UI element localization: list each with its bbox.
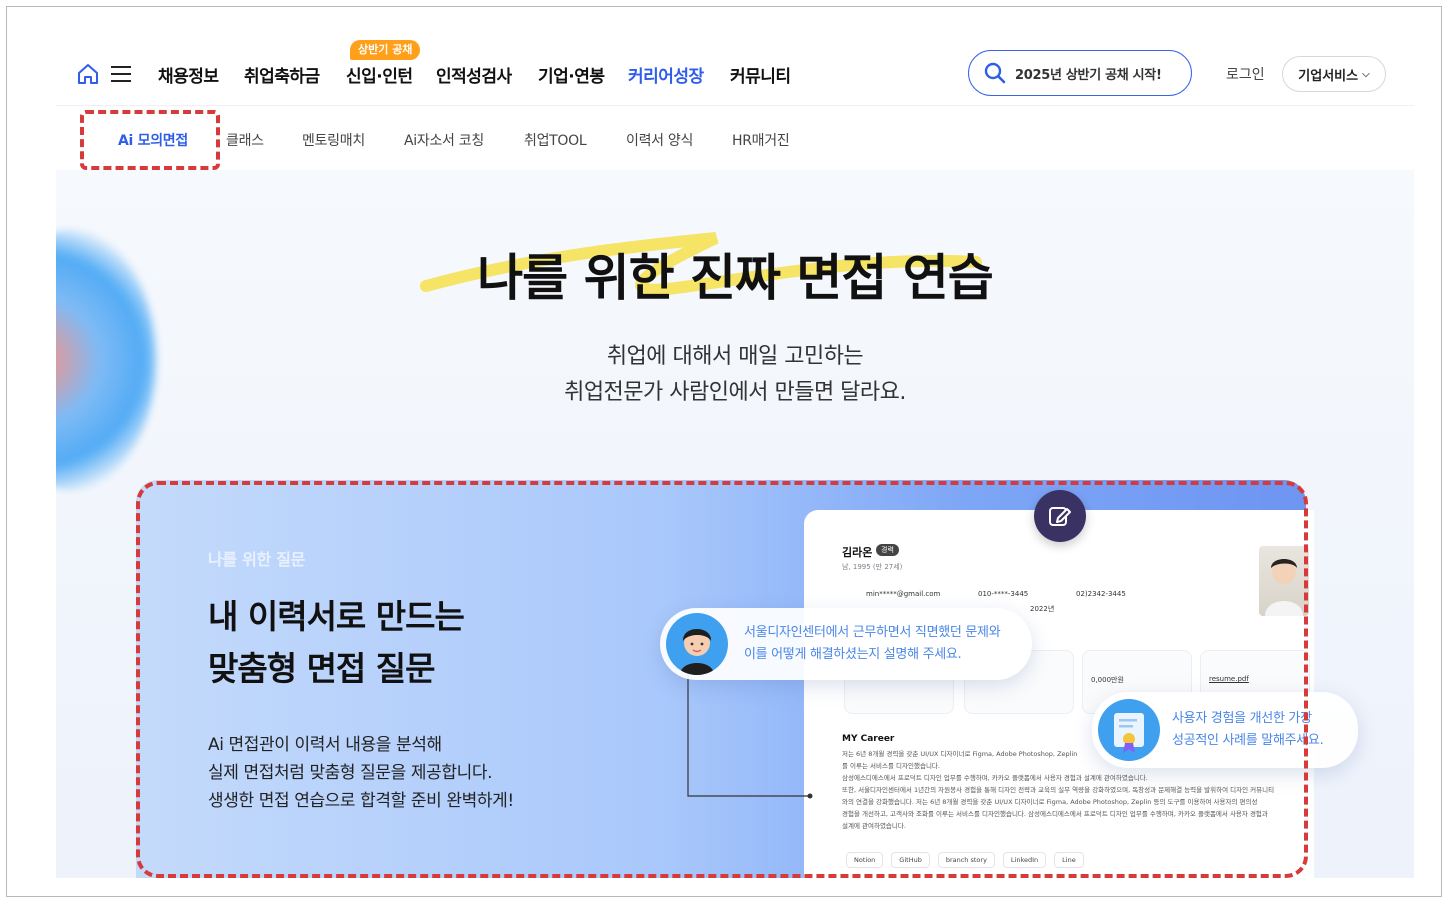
gnb-aptitude-test[interactable]: 인적성검사 xyxy=(436,62,512,87)
resume-link-chips: Notion GitHub branch story LinkedIn Line xyxy=(846,852,1084,868)
chip-branch-story: branch story xyxy=(937,852,995,868)
new-grad-badge: 상반기 공채 xyxy=(350,40,421,60)
resume-name: 김라온 xyxy=(842,546,873,559)
feature-card: 나를 위한 질문 내 이력서로 만드는 맞춤형 면접 질문 Ai 면접관이 이력… xyxy=(136,480,1358,878)
gnb-jobs[interactable]: 채용정보 xyxy=(158,62,219,87)
subnav-class[interactable]: 클래스 xyxy=(226,130,264,150)
question-1-line2: 이를 어떻게 해결하셨는지 설명해 주세요. xyxy=(744,647,962,662)
gnb-community[interactable]: 커뮤니티 xyxy=(730,62,791,87)
hero-title: 나를 위한 진짜 면접 연습 xyxy=(477,249,994,307)
resume-birth: 남, 1995 (만 27세) xyxy=(842,563,903,571)
gnb-new-grad-intern[interactable]: 신입·인턴 xyxy=(346,62,413,87)
card-desc-line3: 생생한 면접 연습으로 합격할 준비 완벽하게! xyxy=(208,791,514,811)
login-link[interactable]: 로그인 xyxy=(1226,64,1265,84)
subnav-mentoring[interactable]: 멘토링매치 xyxy=(302,130,365,150)
search-promo-text: 2025년 상반기 공채 시작! xyxy=(1015,67,1162,83)
resume-para-3: 삼성에스디에스에서 프로덕트 디자인 업무를 수행하며, 카카오 플랫폼에서 사… xyxy=(842,774,1148,782)
chip-notion: Notion xyxy=(846,852,884,868)
resume-para-6: 경험을 개선하고, 고객사와 조화를 이루는 서비스를 디자인했습니다. 삼성에… xyxy=(842,810,1268,818)
card-eyebrow: 나를 위한 질문 xyxy=(208,550,306,569)
certificate-badge-icon xyxy=(1098,699,1160,761)
gnb-hiring-bonus[interactable]: 취업축하금 xyxy=(244,62,320,87)
resume-para-4: 또한, 서울디자인센터에서 1년간의 자원봉사 경험을 통해 디자인 전략과 교… xyxy=(842,786,1275,794)
question-bubble-2: 사용자 경험을 개선한 가장 성공적인 사례를 말해주세요. xyxy=(1092,692,1358,768)
chip-line: Line xyxy=(1054,852,1084,868)
question-bubble-1: 서울디자인센터에서 근무하면서 직면했던 문제와 이를 어떻게 해결하셨는지 설… xyxy=(660,608,1032,680)
resume-year: 2022년 xyxy=(1030,605,1055,613)
resume-salary: 0,000만원 xyxy=(1091,676,1124,684)
subnav-ai-interview[interactable]: Ai 모의면접 xyxy=(118,130,188,150)
question-2-line1: 사용자 경험을 개선한 가장 xyxy=(1172,711,1312,726)
subnav-ai-cover-letter[interactable]: Ai자소서 코칭 xyxy=(404,130,484,150)
resume-para-7: 설계에 관여하였습니다. xyxy=(842,822,906,830)
sub-nav: Ai 모의면접 클래스 멘토링매치 Ai자소서 코칭 취업TOOL 이력서 양식… xyxy=(56,106,1414,170)
top-nav: 채용정보 취업축하금 상반기 공채 신입·인턴 인적성검사 기업·연봉 커리어성… xyxy=(56,40,1414,106)
card-desc-line2: 실제 면접처럼 맞춤형 질문을 제공합니다. xyxy=(208,763,493,783)
resume-career-title: MY Career xyxy=(842,734,895,744)
search-icon xyxy=(984,62,1006,84)
gnb-company-salary[interactable]: 기업·연봉 xyxy=(538,62,605,87)
interviewer-avatar xyxy=(666,613,728,675)
edit-resume-icon[interactable] xyxy=(1034,490,1086,542)
hero-subtitle-line1: 취업에 대해서 매일 고민하는 xyxy=(606,344,864,369)
search-button[interactable]: 2025년 상반기 공채 시작! xyxy=(968,50,1192,96)
business-service-dropdown[interactable]: 기업서비스 ⌵ xyxy=(1282,56,1386,92)
resume-file: resume.pdf xyxy=(1209,675,1249,683)
business-service-label: 기업서비스 xyxy=(1298,68,1359,84)
chip-github: GitHub xyxy=(891,852,930,868)
question-1-line1: 서울디자인센터에서 근무하면서 직면했던 문제와 xyxy=(744,625,1001,640)
card-desc-line1: Ai 면접관이 이력서 내용을 분석해 xyxy=(208,735,442,755)
hero-title-wrap: 나를 위한 진짜 면접 연습 xyxy=(56,238,1414,310)
resume-phone: 010-****-3445 xyxy=(978,590,1029,598)
resume-email: min*****@gmail.com xyxy=(866,590,941,598)
chip-linkedin: LinkedIn xyxy=(1002,852,1047,868)
resume-career-tag: 경력 xyxy=(876,544,899,556)
hero-subtitle-line2: 취업전문가 사람인에서 만들면 달라요. xyxy=(564,380,906,405)
subnav-resume-template[interactable]: 이력서 양식 xyxy=(626,130,693,150)
chevron-down-icon: ⌵ xyxy=(1362,68,1370,80)
hamburger-menu-icon[interactable] xyxy=(110,64,132,84)
resume-photo xyxy=(1259,546,1309,616)
gnb-career-growth[interactable]: 커리어성장 xyxy=(628,62,704,87)
card-heading-line1: 내 이력서로 만드는 xyxy=(208,597,465,636)
question-2-line2: 성공적인 사례를 말해주세요. xyxy=(1172,733,1324,748)
subnav-job-tool[interactable]: 취업TOOL xyxy=(524,130,587,150)
hero-section: 나를 위한 진짜 면접 연습 취업에 대해서 매일 고민하는 취업전문가 사람인… xyxy=(56,170,1414,878)
resume-para-5: 와의 연결을 강화했습니다. 저는 6년 8개월 경력을 갖춘 UI/UX 디자… xyxy=(842,798,1258,806)
resume-tel: 02)2342-3445 xyxy=(1076,590,1126,598)
card-heading-line2: 맞춤형 면접 질문 xyxy=(208,649,435,688)
subnav-hr-magazine[interactable]: HR매거진 xyxy=(732,130,790,150)
home-icon[interactable] xyxy=(76,62,100,86)
